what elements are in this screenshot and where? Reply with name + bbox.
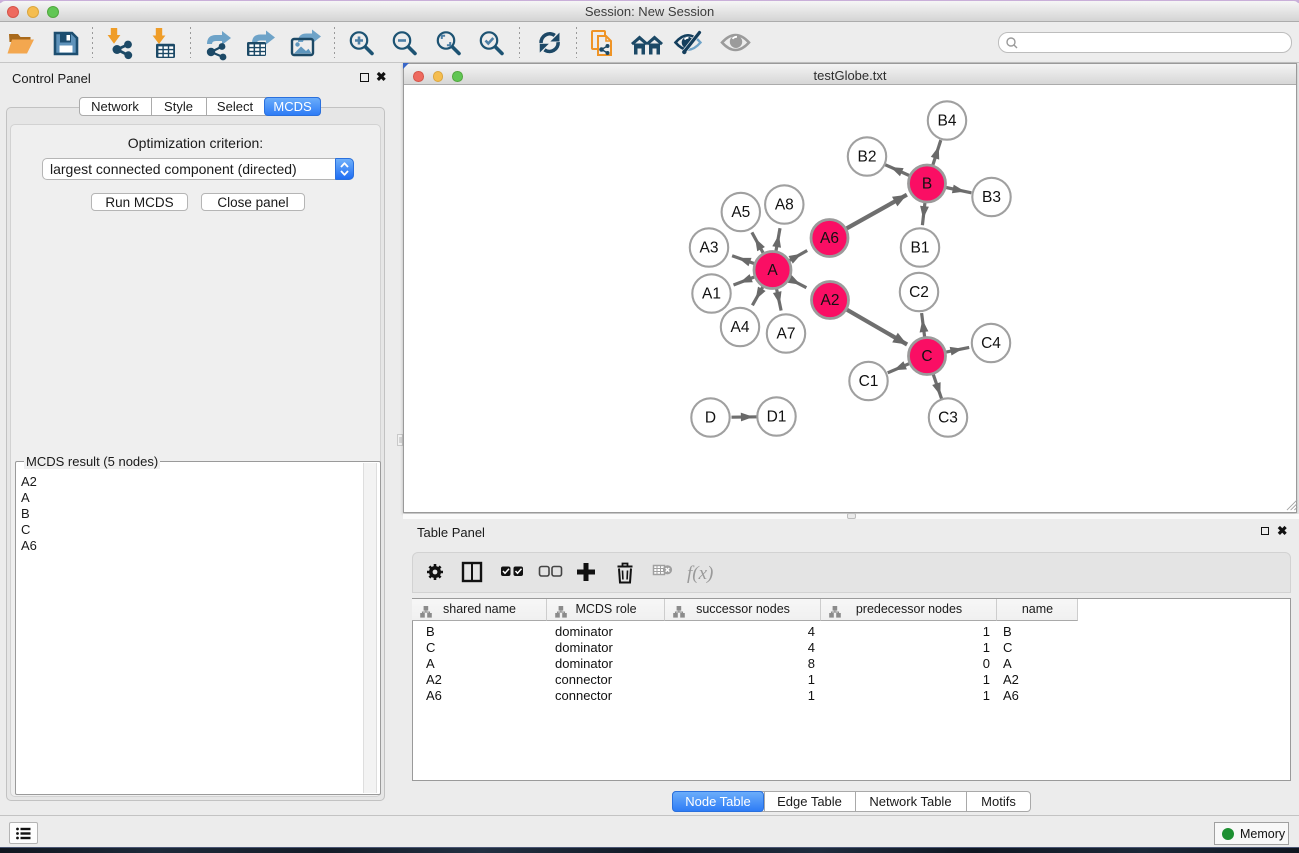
svg-text:B: B <box>922 176 932 193</box>
svg-text:A2: A2 <box>821 292 840 309</box>
svg-text:A6: A6 <box>820 230 839 247</box>
svg-text:D1: D1 <box>767 409 787 426</box>
svg-text:C4: C4 <box>981 335 1001 352</box>
svg-text:C: C <box>921 348 932 365</box>
svg-text:C2: C2 <box>909 284 929 301</box>
svg-text:A5: A5 <box>731 204 750 221</box>
svg-text:A1: A1 <box>702 286 721 303</box>
svg-text:A8: A8 <box>775 197 794 214</box>
svg-text:A4: A4 <box>731 319 750 336</box>
svg-text:A7: A7 <box>777 326 796 343</box>
svg-text:B2: B2 <box>858 149 877 166</box>
svg-text:B1: B1 <box>911 240 930 257</box>
svg-text:D: D <box>705 410 716 427</box>
svg-text:A: A <box>767 262 778 279</box>
svg-text:B4: B4 <box>938 113 957 130</box>
svg-text:C1: C1 <box>859 373 879 390</box>
svg-text:C3: C3 <box>938 410 958 427</box>
svg-text:f(x): f(x) <box>687 563 713 584</box>
svg-text:B3: B3 <box>982 189 1001 206</box>
svg-text:A3: A3 <box>700 240 719 257</box>
